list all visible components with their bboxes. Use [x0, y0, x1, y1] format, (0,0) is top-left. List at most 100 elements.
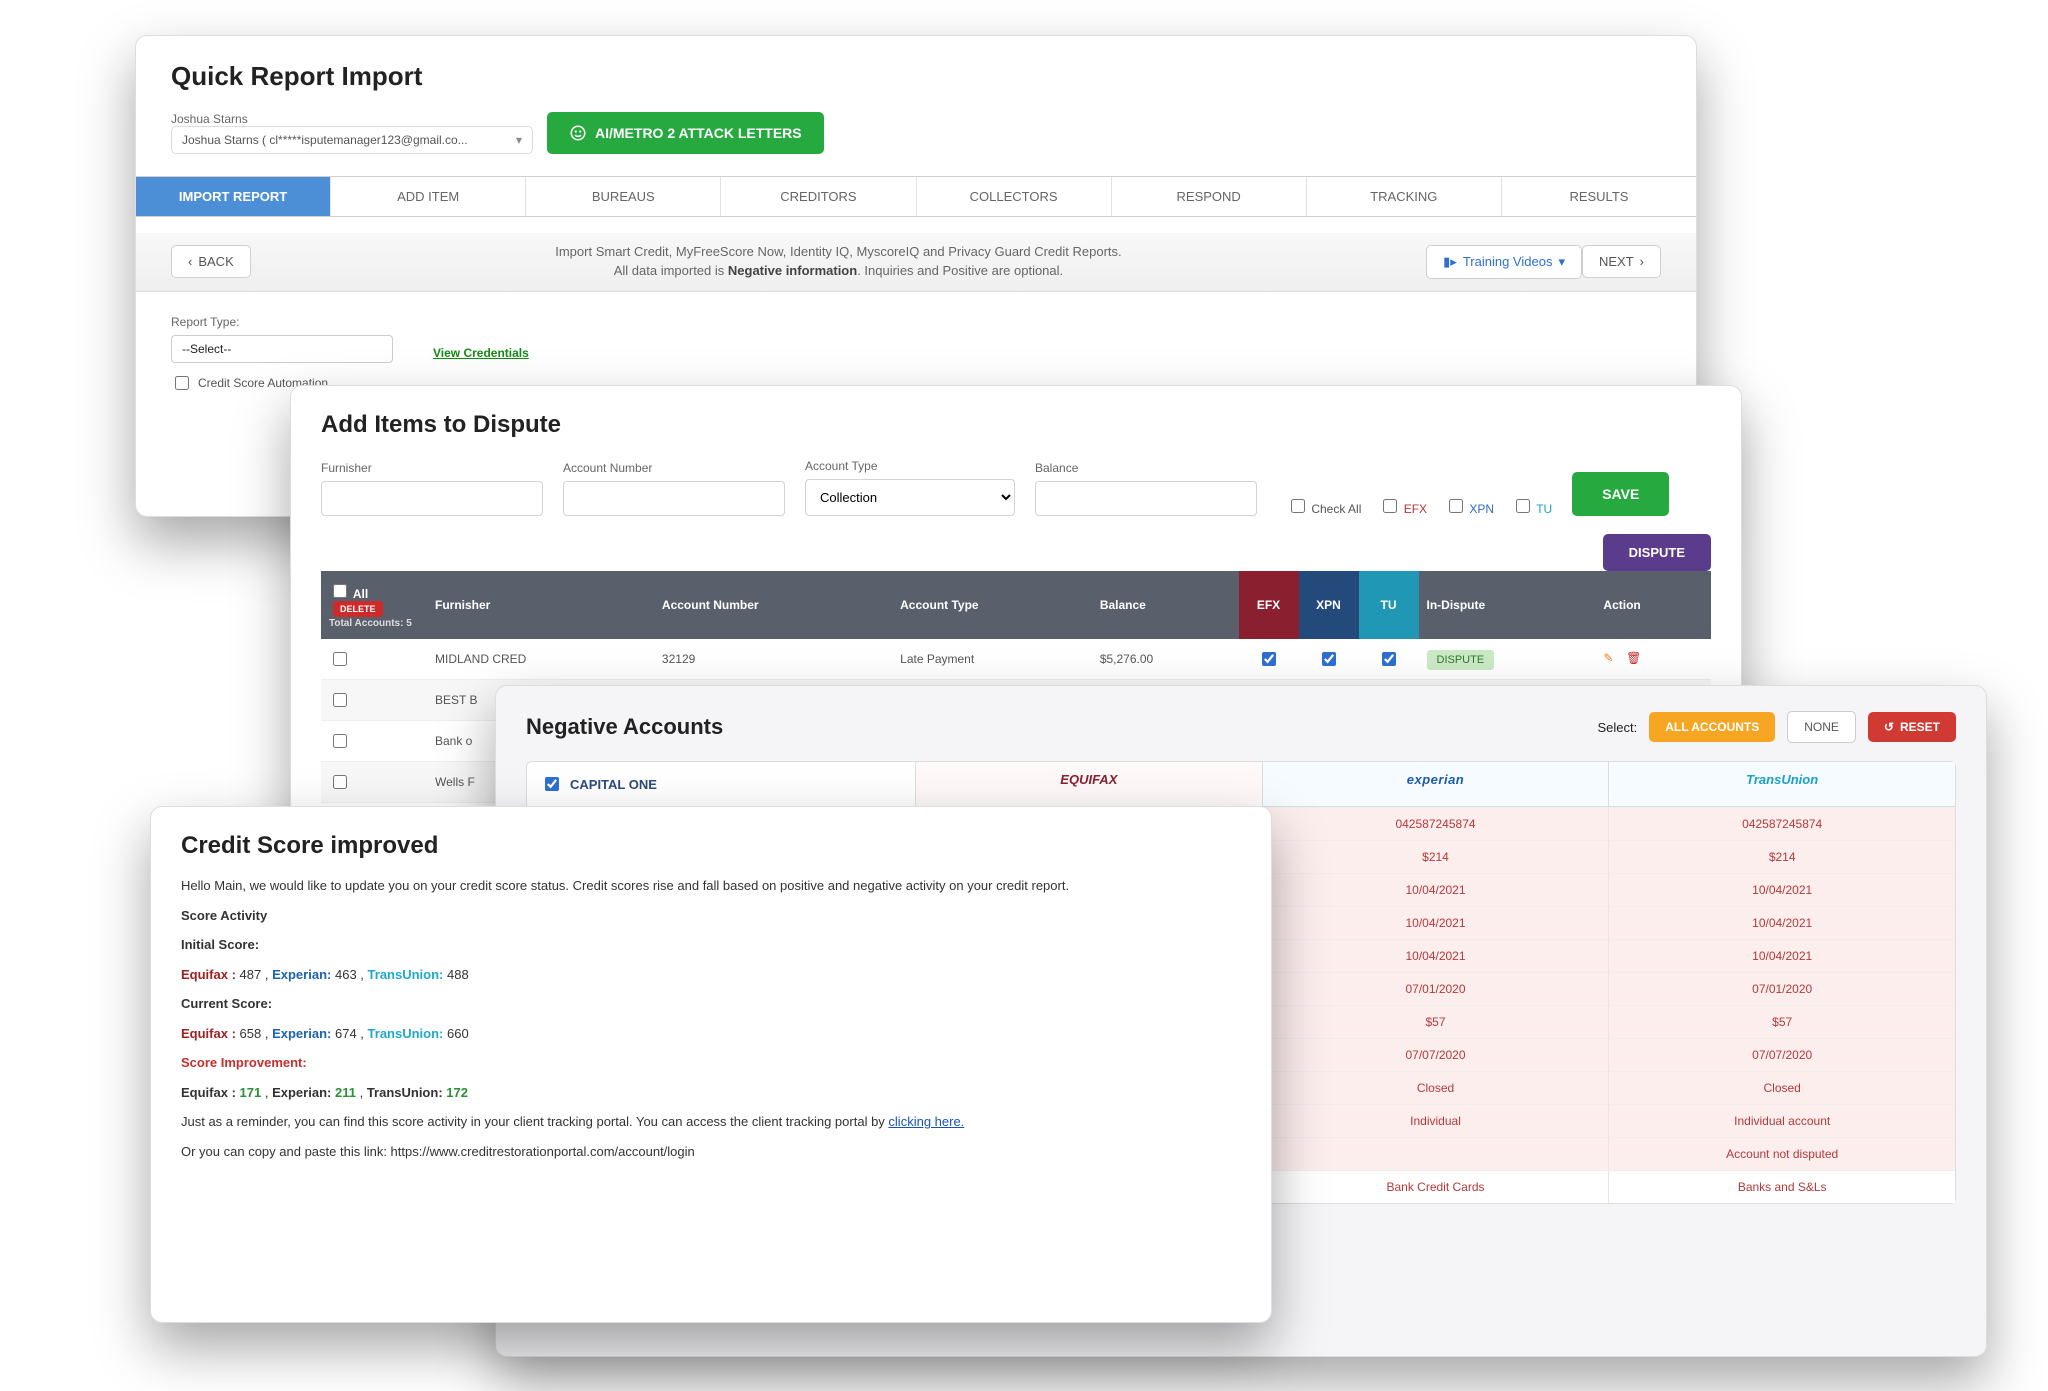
total-accounts: Total Accounts: 5 — [329, 618, 412, 629]
edit-icon[interactable]: ✎ — [1603, 651, 1619, 667]
initial-score-label: Initial Score: — [181, 937, 259, 952]
report-type-select[interactable]: --Select-- — [171, 335, 393, 363]
creditor-type-ex: Bank Credit Cards — [1262, 1171, 1609, 1203]
val-ex: 10/04/2021 — [1262, 907, 1609, 939]
initial-score-line: Equifax : 487 , Experian: 463 , TransUni… — [181, 965, 1241, 985]
main-tabs: IMPORT REPORT ADD ITEM BUREAUS CREDITORS… — [136, 176, 1696, 217]
page-title: Quick Report Import — [171, 61, 1661, 92]
dispute-button[interactable]: DISPUTE — [1603, 534, 1711, 571]
val-ex: $214 — [1262, 841, 1609, 873]
client-select[interactable]: Joshua Starns ( cl*****isputemanager123@… — [171, 126, 533, 154]
dispute-pill[interactable]: DISPUTE — [1427, 650, 1495, 670]
col-xpn: XPN — [1299, 571, 1359, 639]
val-ex: Closed — [1262, 1072, 1609, 1104]
row-checkbox[interactable] — [333, 775, 347, 789]
select-all-checkbox[interactable] — [333, 584, 347, 598]
val-tu: 07/07/2020 — [1608, 1039, 1955, 1071]
xpn-checkbox[interactable] — [1322, 652, 1336, 666]
row-checkbox[interactable] — [333, 693, 347, 707]
ai-attack-letters-button[interactable]: AI/METRO 2 ATTACK LETTERS — [547, 112, 824, 154]
tab-add-item[interactable]: ADD ITEM — [331, 177, 526, 216]
card-title: Credit Score improved — [181, 832, 1241, 860]
account-checkbox[interactable] — [545, 777, 559, 791]
val-ex: $57 — [1262, 1006, 1609, 1038]
chevron-left-icon: ‹ — [188, 254, 192, 269]
client-label: Joshua Starns — [171, 112, 533, 126]
row-checkbox[interactable] — [333, 734, 347, 748]
delete-icon[interactable]: 🗑 — [1626, 651, 1642, 667]
back-label: BACK — [198, 254, 233, 269]
ai-button-label: AI/METRO 2 ATTACK LETTERS — [595, 125, 802, 141]
improvement-label: Score Improvement: — [181, 1055, 307, 1070]
account-name-cell[interactable]: CAPITAL ONE — [527, 762, 915, 806]
efx-checkbox[interactable] — [1262, 652, 1276, 666]
val-tu: Account not disputed — [1608, 1138, 1955, 1170]
check-efx[interactable]: EFX — [1379, 496, 1427, 516]
account-name: CAPITAL ONE — [570, 777, 657, 792]
check-tu[interactable]: TU — [1512, 496, 1552, 516]
none-button[interactable]: NONE — [1787, 711, 1856, 743]
val-ex: 10/04/2021 — [1262, 940, 1609, 972]
delete-pill[interactable]: DELETE — [333, 601, 383, 617]
row-checkbox[interactable] — [333, 652, 347, 666]
bureau-experian: experian — [1262, 762, 1609, 806]
save-button[interactable]: SAVE — [1572, 472, 1669, 516]
col-acct-no: Account Number — [654, 571, 892, 639]
tab-tracking[interactable]: TRACKING — [1307, 177, 1502, 216]
tab-import-report[interactable]: IMPORT REPORT — [136, 177, 331, 216]
col-acct-type: Account Type — [892, 571, 1092, 639]
current-score-line: Equifax : 658 , Experian: 674 , TransUni… — [181, 1024, 1241, 1044]
val-tu: 042587245874 — [1608, 808, 1955, 840]
check-xpn[interactable]: XPN — [1445, 496, 1494, 516]
val-tu: $214 — [1608, 841, 1955, 873]
tab-collectors[interactable]: COLLECTORS — [917, 177, 1112, 216]
val-tu: 10/04/2021 — [1608, 874, 1955, 906]
tu-checkbox[interactable] — [1382, 652, 1396, 666]
bureau-equifax: EQUIFAX — [915, 762, 1262, 806]
account-number-input[interactable] — [563, 481, 785, 516]
val-tu: 10/04/2021 — [1608, 907, 1955, 939]
check-all[interactable]: Check All — [1287, 496, 1361, 516]
balance-input[interactable] — [1035, 481, 1257, 516]
cell-type: Late Payment — [892, 639, 1092, 680]
val-tu: 10/04/2021 — [1608, 940, 1955, 972]
next-label: NEXT — [1599, 254, 1634, 269]
tracking-portal-link[interactable]: clicking here. — [888, 1114, 964, 1129]
val-tu: Individual account — [1608, 1105, 1955, 1137]
balance-label: Balance — [1035, 461, 1257, 475]
account-type-select[interactable]: Collection — [805, 479, 1015, 516]
account-type-label: Account Type — [805, 459, 1015, 473]
val-ex: 07/07/2020 — [1262, 1039, 1609, 1071]
tab-bureaus[interactable]: BUREAUS — [526, 177, 721, 216]
val-ex: 10/04/2021 — [1262, 874, 1609, 906]
video-icon: ▮▸ — [1443, 254, 1457, 270]
val-ex: Individual — [1262, 1105, 1609, 1137]
val-ex — [1262, 1138, 1609, 1170]
info-text: Import Smart Credit, MyFreeScore Now, Id… — [251, 243, 1426, 281]
reminder-2: Or you can copy and paste this link: htt… — [181, 1142, 1241, 1162]
tab-results[interactable]: RESULTS — [1502, 177, 1696, 216]
view-credentials-link[interactable]: View Credentials — [433, 346, 529, 360]
tab-respond[interactable]: RESPOND — [1112, 177, 1307, 216]
select-label: Select: — [1598, 720, 1638, 735]
val-ex: 042587245874 — [1262, 808, 1609, 840]
furnisher-input[interactable] — [321, 481, 543, 516]
credit-score-automation-checkbox[interactable] — [175, 376, 189, 390]
val-ex: 07/01/2020 — [1262, 973, 1609, 1005]
intro-text: Hello Main, we would like to update you … — [181, 876, 1241, 896]
next-button[interactable]: NEXT › — [1582, 245, 1661, 278]
tab-creditors[interactable]: CREDITORS — [721, 177, 916, 216]
table-row: MIDLAND CRED 32129 Late Payment $5,276.0… — [321, 639, 1711, 680]
back-button[interactable]: ‹ BACK — [171, 245, 251, 278]
cell-bal: $5,276.00 — [1092, 639, 1239, 680]
training-label: Training Videos — [1463, 254, 1553, 269]
card-title: Add Items to Dispute — [321, 411, 1711, 439]
all-accounts-button[interactable]: ALL ACCOUNTS — [1649, 712, 1775, 742]
col-efx: EFX — [1239, 571, 1299, 639]
training-videos-button[interactable]: ▮▸ Training Videos ▾ — [1426, 245, 1582, 279]
current-score-label: Current Score: — [181, 996, 272, 1011]
bureau-transunion: TransUnion — [1608, 762, 1955, 806]
val-tu: Closed — [1608, 1072, 1955, 1104]
cell-acct: 32129 — [654, 639, 892, 680]
reset-button[interactable]: ↺ RESET — [1868, 712, 1956, 742]
